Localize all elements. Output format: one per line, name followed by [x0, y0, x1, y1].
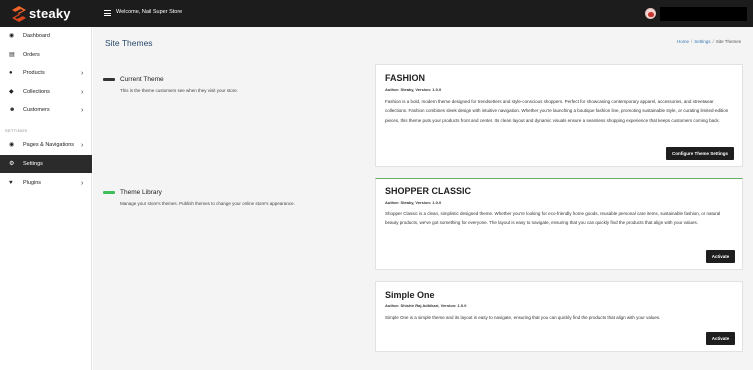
sidebar-item-label: Plugins [23, 180, 42, 186]
plugins-icon: ♥ [9, 180, 13, 186]
breadcrumb-current: Site Themes [715, 39, 741, 44]
sidebar-item-orders[interactable]: ▤ Orders [0, 46, 92, 64]
theme-card-simple-one: Simple One Author: Shishir Raj Adhikari,… [375, 281, 743, 352]
top-bar: steaky Welcome, Nail Super Store [0, 0, 753, 27]
theme-library-heading: Theme Library [103, 189, 162, 196]
main-content: Site Themes Home / Settings / Site Themes Cu… [93, 27, 753, 370]
welcome-text: Welcome, Nail Super Store [116, 9, 183, 15]
sidebar-item-settings[interactable]: ⚙ Settings [0, 155, 92, 173]
sidebar-item-collections[interactable]: ◆ Collections › [0, 83, 92, 101]
chevron-right-icon: › [81, 141, 84, 149]
sidebar-item-label: Settings [23, 161, 43, 167]
theme-library-title: Theme Library [120, 189, 162, 196]
collections-icon: ◆ [9, 89, 14, 95]
settings-icon: ⚙ [9, 161, 15, 167]
brand-logo[interactable]: steaky [12, 5, 71, 22]
sidebar-item-dashboard[interactable]: ◉ Dashboard [0, 27, 92, 45]
sidebar-item-label: Customers [23, 107, 50, 113]
sidebar-item-label: Pages & Navigations [23, 142, 75, 148]
menu-toggle-icon[interactable] [104, 10, 111, 16]
theme-library-description: Manage your store's themes. Publish them… [120, 201, 295, 206]
page-title: Site Themes [105, 38, 153, 48]
customers-icon: ☻ [9, 107, 16, 113]
orders-icon: ▤ [9, 52, 15, 58]
chevron-right-icon: › [81, 179, 84, 187]
breadcrumb-home[interactable]: Home [677, 39, 689, 44]
theme-description: Fashion is a bold, modern theme designed… [385, 99, 729, 123]
current-theme-title: Current Theme [120, 76, 164, 83]
chevron-right-icon: › [81, 106, 84, 114]
chevron-right-icon: › [81, 69, 84, 77]
breadcrumb: Home / Settings / Site Themes [677, 39, 741, 44]
activate-button[interactable]: Activate [706, 332, 735, 345]
configure-theme-settings-button[interactable]: Configure Theme Settings [666, 147, 734, 160]
activate-button[interactable]: Activate [706, 250, 735, 263]
theme-name: FASHION [385, 73, 426, 83]
dashboard-icon: ◉ [9, 33, 15, 39]
section-marker [103, 191, 115, 194]
theme-description: Shopper Classic is a clean, simplistic d… [385, 211, 721, 226]
theme-meta: Author: Steaky, Version: 1.0.0 [385, 200, 442, 205]
theme-description: Simple One is a simple theme and its lay… [385, 315, 661, 320]
chevron-right-icon: › [81, 88, 84, 96]
theme-meta: Author: Steaky, Version: 1.0.0 [385, 87, 442, 92]
sidebar-item-label: Collections [23, 89, 50, 95]
user-menu[interactable] [660, 7, 747, 21]
logo-icon [12, 5, 26, 22]
sidebar-item-label: Dashboard [23, 33, 50, 39]
sidebar-item-products[interactable]: ● Products › [0, 64, 92, 82]
products-icon: ● [9, 70, 13, 76]
theme-name: Simple One [385, 290, 435, 300]
theme-card-shopper-classic: SHOPPER CLASSIC Author: Steaky, Version:… [375, 178, 743, 270]
sidebar-item-plugins[interactable]: ♥ Plugins › [0, 174, 92, 192]
current-theme-description: This is the theme customers see when the… [120, 88, 239, 93]
sidebar-section-label: SETTINGS [5, 128, 28, 133]
brand-name: steaky [29, 6, 71, 21]
current-theme-heading: Current Theme [103, 76, 164, 83]
sidebar-item-customers[interactable]: ☻ Customers › [0, 101, 92, 119]
breadcrumb-settings[interactable]: Settings [694, 39, 710, 44]
theme-name: SHOPPER CLASSIC [385, 186, 472, 196]
section-marker [103, 78, 115, 81]
avatar[interactable] [645, 8, 656, 19]
sidebar: ◉ Dashboard ▤ Orders ● Products › ◆ Coll… [0, 27, 92, 370]
sidebar-item-label: Products [23, 70, 45, 76]
pages-icon: ◉ [9, 142, 15, 148]
theme-meta: Author: Shishir Raj Adhikari, Version: 1… [385, 303, 467, 308]
sidebar-item-pages-navigations[interactable]: ◉ Pages & Navigations › [0, 136, 92, 154]
theme-card-fashion: FASHION Author: Steaky, Version: 1.0.0 F… [375, 64, 743, 167]
sidebar-item-label: Orders [23, 52, 40, 58]
